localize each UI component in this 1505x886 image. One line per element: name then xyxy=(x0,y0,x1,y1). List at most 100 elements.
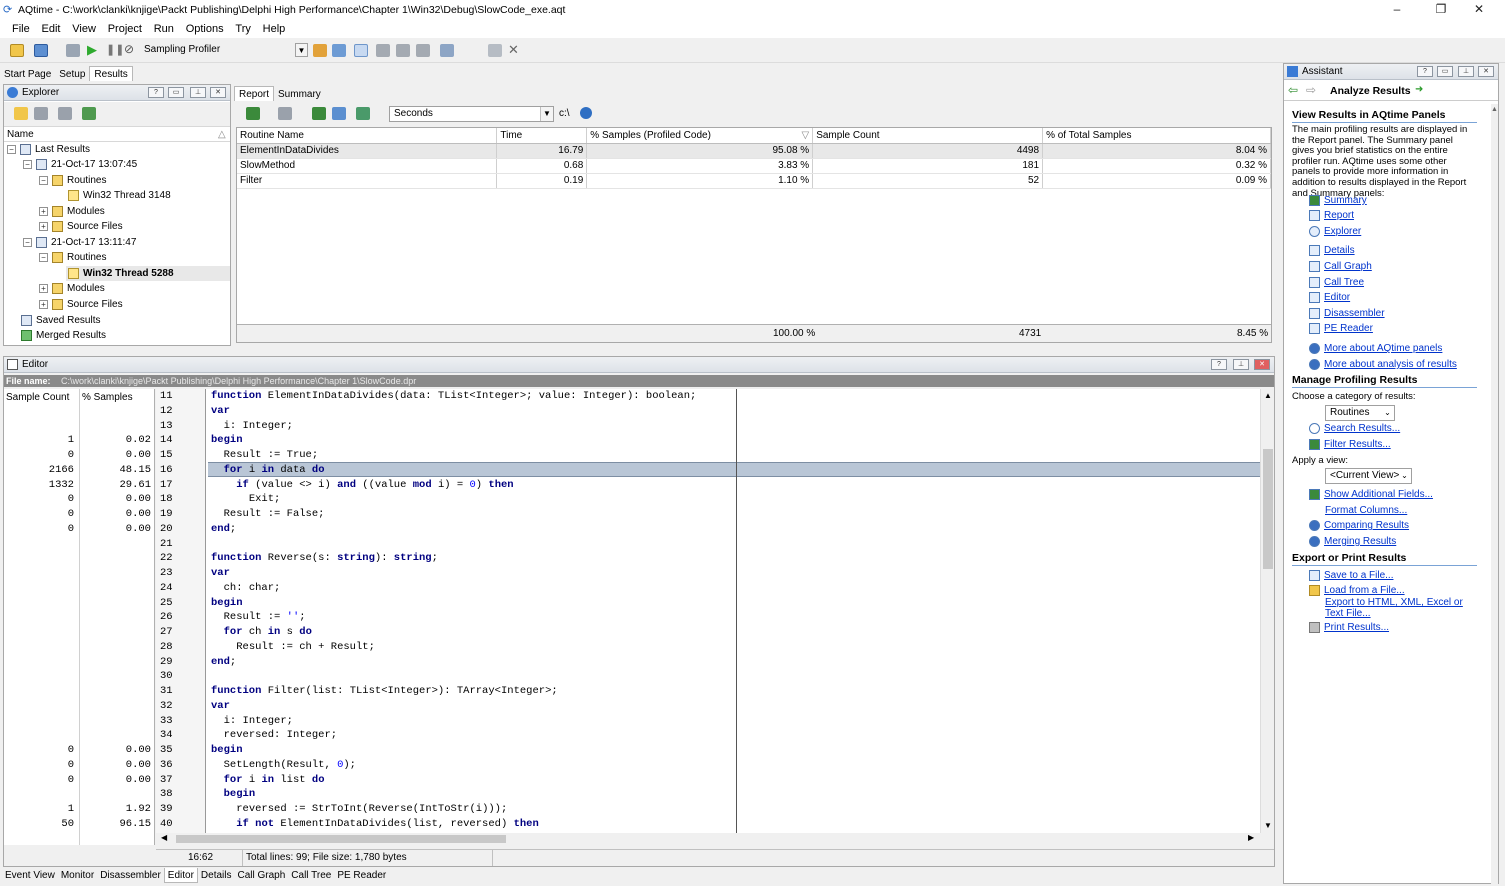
menu-try[interactable]: Try xyxy=(235,20,250,38)
run-icon[interactable]: ▶ xyxy=(87,42,97,58)
link-explorer[interactable]: Explorer xyxy=(1309,225,1361,239)
window-icon[interactable] xyxy=(34,44,48,57)
col-sample-count[interactable]: Sample Count xyxy=(812,128,1044,144)
stop-icon[interactable]: ⊘ xyxy=(124,42,134,56)
help-icon[interactable] xyxy=(580,107,592,119)
tab-event-view[interactable]: Event View xyxy=(2,868,58,883)
minimize-button[interactable]: – xyxy=(1382,2,1412,18)
link-merging[interactable]: Merging Results xyxy=(1309,535,1396,549)
profiler-select[interactable]: Sampling Profiler ▼ xyxy=(140,43,308,59)
folder-icon[interactable] xyxy=(14,107,28,120)
open-icon[interactable] xyxy=(10,44,24,57)
tab-report[interactable]: Report xyxy=(234,86,275,101)
chevron-down-icon[interactable]: ⌄ xyxy=(1398,469,1411,483)
collapse-icon[interactable]: − xyxy=(7,144,16,154)
help-icon[interactable]: ? xyxy=(1417,66,1433,77)
delete-icon[interactable]: ✕ xyxy=(508,42,519,58)
link-label[interactable]: Merging Results xyxy=(1324,536,1396,547)
tab-start-page[interactable]: Start Page xyxy=(0,67,55,82)
menu-run[interactable]: Run xyxy=(154,20,174,38)
close-icon[interactable]: ✕ xyxy=(210,87,226,98)
link-editor[interactable]: Editor xyxy=(1309,291,1350,305)
expand-icon[interactable]: + xyxy=(39,206,48,216)
link-label[interactable]: Editor xyxy=(1324,292,1350,303)
col-time[interactable]: Time xyxy=(496,128,588,144)
delete-results-icon[interactable] xyxy=(58,107,72,120)
gear-icon[interactable] xyxy=(376,44,390,57)
tab-pe-reader[interactable]: PE Reader xyxy=(334,868,389,883)
link-format-columns[interactable]: Format Columns... xyxy=(1325,504,1407,518)
tab-details[interactable]: Details xyxy=(198,868,235,883)
pin-icon[interactable]: ⊥ xyxy=(1233,359,1249,370)
link-export[interactable]: Export to HTML, XML, Excel or Text File.… xyxy=(1325,597,1475,619)
scroll-up-icon[interactable]: ▲ xyxy=(1264,391,1272,400)
collapse-icon[interactable]: − xyxy=(39,175,48,185)
scroll-up-icon[interactable]: ▲ xyxy=(1491,106,1498,113)
back-arrow-icon[interactable]: ⇦ xyxy=(1288,83,1298,97)
tree-source-1[interactable]: + Source Files xyxy=(39,219,123,234)
restore-icon[interactable]: ▭ xyxy=(1437,66,1453,77)
link-search-results[interactable]: Search Results... xyxy=(1309,422,1400,436)
link-label[interactable]: Call Tree xyxy=(1324,277,1364,288)
pin-icon[interactable]: ⊥ xyxy=(1458,66,1474,77)
pin-icon[interactable]: ⊥ xyxy=(190,87,206,98)
tree-modules-1[interactable]: + Modules xyxy=(39,204,105,219)
tab-results[interactable]: Results xyxy=(89,66,133,81)
menu-options[interactable]: Options xyxy=(186,20,224,38)
clock-icon[interactable] xyxy=(354,44,368,57)
copy-results-icon[interactable] xyxy=(34,107,48,120)
tree-modules-2[interactable]: + Modules xyxy=(39,281,105,296)
tree-thread-1[interactable]: Win32 Thread 3148 xyxy=(68,188,171,203)
link-label[interactable]: Disassembler xyxy=(1324,308,1385,319)
col-routine-name[interactable]: Routine Name xyxy=(237,128,498,144)
link-label[interactable]: PE Reader xyxy=(1324,323,1373,334)
link-label[interactable]: Load from a File... xyxy=(1324,585,1405,596)
tab-call-graph[interactable]: Call Graph xyxy=(234,868,288,883)
col-samples[interactable]: % Samples xyxy=(82,392,133,403)
expand-icon[interactable]: + xyxy=(39,299,48,309)
collapse-icon[interactable]: − xyxy=(23,237,32,247)
chevron-down-icon[interactable]: ▼ xyxy=(295,43,308,57)
view-select[interactable]: <Current View> ⌄ xyxy=(1325,468,1412,484)
group-icon[interactable] xyxy=(396,44,410,57)
scroll-thumb[interactable] xyxy=(1263,449,1273,569)
expand-icon[interactable]: + xyxy=(39,283,48,293)
link-show-fields[interactable]: Show Additional Fields... xyxy=(1309,488,1433,502)
units-select[interactable]: Seconds ▼ xyxy=(389,106,554,122)
tree-source-2[interactable]: + Source Files xyxy=(39,297,123,312)
link-print[interactable]: Print Results... xyxy=(1309,621,1389,635)
help-icon[interactable]: ? xyxy=(1211,359,1227,370)
link-label[interactable]: Summary xyxy=(1324,195,1367,206)
tree-run-1[interactable]: − 21-Oct-17 13:07:45 xyxy=(23,157,137,172)
tree-thread-2[interactable]: Win32 Thread 5288 xyxy=(66,266,230,281)
explorer-column-header[interactable]: Name △ xyxy=(4,127,230,142)
link-call-tree[interactable]: Call Tree xyxy=(1309,276,1364,290)
col-sample-count[interactable]: Sample Count xyxy=(6,392,69,403)
code-view[interactable]: 11 function ElementInDataDivides(data: TL… xyxy=(156,389,1260,833)
tree-merged-results[interactable]: Merged Results xyxy=(21,328,106,343)
link-save[interactable]: Save to a File... xyxy=(1309,569,1393,583)
link-summary[interactable]: Summary xyxy=(1309,194,1367,208)
link-filter-results[interactable]: Filter Results... xyxy=(1309,438,1391,452)
tree-saved-results[interactable]: Saved Results xyxy=(21,313,100,328)
link-label[interactable]: Format Columns... xyxy=(1325,505,1407,516)
grid-icon[interactable] xyxy=(278,107,292,120)
help-icon[interactable]: ? xyxy=(148,87,164,98)
settings-icon[interactable] xyxy=(313,44,327,57)
vertical-scrollbar[interactable]: ▲ ▼ xyxy=(1260,389,1274,833)
link-label[interactable]: Search Results... xyxy=(1324,423,1400,434)
scroll-left-icon[interactable]: ◀ xyxy=(161,833,167,842)
link-more-analysis[interactable]: More about analysis of results xyxy=(1309,358,1457,372)
table-row[interactable]: SlowMethod 0.68 3.83 % 181 0.32 % xyxy=(237,158,1271,174)
link-label[interactable]: Explorer xyxy=(1324,226,1361,237)
copy-icon[interactable] xyxy=(440,44,454,57)
maximize-button[interactable]: ❐ xyxy=(1426,2,1456,18)
pause-icon[interactable]: ❚❚ xyxy=(106,43,124,56)
link-label[interactable]: More about AQtime panels xyxy=(1324,343,1442,354)
restore-icon[interactable]: ▭ xyxy=(168,87,184,98)
tab-setup[interactable]: Setup xyxy=(55,67,89,82)
go-icon[interactable]: ➜ xyxy=(1415,84,1423,95)
tree-routines-1[interactable]: − Routines xyxy=(39,173,106,188)
link-more-panels[interactable]: More about AQtime panels xyxy=(1309,342,1442,356)
assistant-scrollbar[interactable]: ▲ xyxy=(1491,104,1498,884)
